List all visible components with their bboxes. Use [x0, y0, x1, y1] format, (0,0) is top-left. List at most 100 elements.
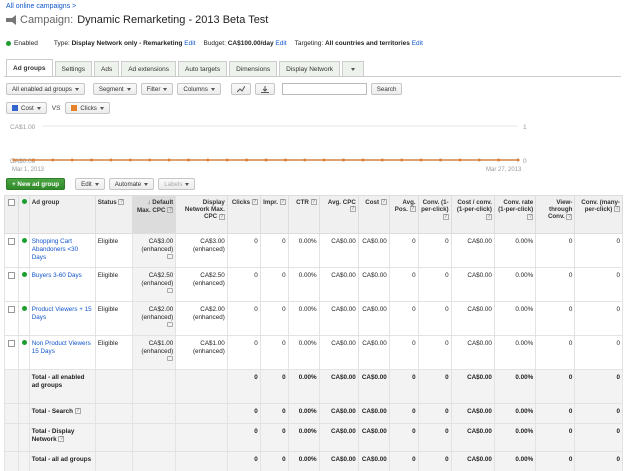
- data-point[interactable]: [245, 158, 249, 162]
- data-point[interactable]: [303, 158, 307, 162]
- new-ad-group-button[interactable]: + New ad group: [6, 178, 66, 190]
- col-header-avg-cpc[interactable]: Avg. CPC ?: [318, 195, 359, 234]
- col-header-avg-pos[interactable]: Avg. Pos. ?: [388, 195, 419, 234]
- automate-dropdown[interactable]: Automate: [108, 178, 155, 190]
- tab-ad-groups[interactable]: Ad groups: [6, 59, 53, 76]
- help-icon[interactable]: ?: [218, 213, 225, 220]
- enabled-status[interactable]: Enabled: [14, 40, 38, 47]
- help-icon[interactable]: ?: [74, 408, 81, 415]
- col-header-status[interactable]: Status ?: [94, 195, 133, 234]
- data-point[interactable]: [439, 158, 442, 162]
- help-icon[interactable]: ?: [310, 199, 317, 206]
- default-max-cpc[interactable]: CA$2.50: [149, 272, 174, 279]
- tab-display-network[interactable]: Display Network: [279, 61, 341, 76]
- download-button[interactable]: [254, 83, 275, 95]
- ad-group-name-link[interactable]: Non Product Viewers 15 Days: [32, 340, 91, 355]
- data-point[interactable]: [477, 158, 481, 162]
- col-header-clicks[interactable]: Clicks ?: [226, 195, 261, 234]
- tab-dimensions[interactable]: Dimensions: [229, 61, 278, 76]
- display-max-cpc[interactable]: CA$3.00: [200, 238, 225, 245]
- row-checkbox[interactable]: [8, 238, 16, 245]
- help-icon[interactable]: ?: [614, 206, 620, 213]
- data-point[interactable]: [264, 158, 268, 162]
- default-max-cpc[interactable]: CA$3.00: [149, 238, 174, 245]
- tab-ads[interactable]: Ads: [94, 61, 120, 76]
- type-edit-link[interactable]: Edit: [184, 40, 195, 47]
- col-header-adgroup[interactable]: Ad group: [28, 195, 96, 234]
- col-header-conv-rate[interactable]: Conv. rate (1-per-click) ?: [493, 195, 537, 234]
- default-max-cpc[interactable]: CA$1.00: [149, 340, 174, 347]
- targeting-edit-link[interactable]: Edit: [412, 40, 423, 47]
- data-point[interactable]: [342, 158, 345, 162]
- data-point[interactable]: [283, 158, 287, 162]
- data-point[interactable]: [187, 158, 190, 162]
- row-checkbox[interactable]: [8, 306, 16, 313]
- metric2-dropdown[interactable]: Clicks: [65, 102, 110, 114]
- col-header-impr[interactable]: Impr. ?: [259, 195, 289, 234]
- labels-dropdown[interactable]: Labels: [158, 178, 196, 190]
- data-point[interactable]: [51, 158, 55, 162]
- ad-group-filter-dropdown[interactable]: All enabled ad groups: [6, 83, 85, 95]
- help-icon[interactable]: ?: [566, 213, 573, 220]
- segment-dropdown[interactable]: Segment: [92, 83, 137, 95]
- data-point[interactable]: [322, 158, 326, 162]
- metric1-dropdown[interactable]: Cost: [6, 102, 47, 114]
- col-header-conv[interactable]: Conv. (1-per-click) ?: [417, 195, 452, 234]
- data-point[interactable]: [458, 158, 462, 162]
- help-icon[interactable]: ?: [442, 213, 449, 220]
- graph-toggle-button[interactable]: [230, 83, 251, 95]
- default-max-cpc[interactable]: CA$2.00: [149, 306, 174, 313]
- col-header-display-network-max-cpc[interactable]: Display Network Max. CPC ?: [175, 195, 228, 234]
- row-checkbox[interactable]: [8, 272, 16, 279]
- data-point[interactable]: [109, 158, 113, 162]
- data-point[interactable]: [128, 158, 132, 162]
- ad-group-name-link[interactable]: Shopping Cart Abandoners <30 Days: [32, 238, 78, 261]
- help-icon[interactable]: ?: [485, 213, 492, 220]
- tab-settings[interactable]: Settings: [54, 61, 92, 76]
- data-point[interactable]: [225, 158, 229, 162]
- help-icon[interactable]: ?: [349, 206, 356, 213]
- help-icon[interactable]: ?: [380, 199, 387, 206]
- help-icon[interactable]: ?: [409, 206, 416, 213]
- tab-more-button[interactable]: [342, 61, 365, 76]
- data-point[interactable]: [31, 158, 35, 162]
- data-point[interactable]: [380, 158, 384, 162]
- budget-edit-link[interactable]: Edit: [275, 40, 286, 47]
- data-point[interactable]: [419, 158, 423, 162]
- breadcrumb[interactable]: All online campaigns >: [6, 3, 76, 10]
- help-icon[interactable]: ?: [279, 199, 286, 206]
- enabled-dot-icon[interactable]: [21, 340, 27, 345]
- help-icon[interactable]: ?: [118, 199, 125, 206]
- display-max-cpc[interactable]: CA$2.00: [200, 306, 225, 313]
- col-header-view-through-conv[interactable]: View-through Conv. ?: [535, 195, 576, 234]
- enabled-dot-icon[interactable]: [21, 272, 27, 277]
- help-icon[interactable]: ?: [167, 207, 174, 214]
- enabled-dot-icon[interactable]: [21, 306, 27, 311]
- help-icon[interactable]: ?: [251, 199, 258, 206]
- ad-group-name-link[interactable]: Product Viewers + 15 Days: [32, 306, 92, 321]
- col-header-ctr[interactable]: CTR ?: [287, 195, 320, 234]
- help-icon[interactable]: ?: [527, 213, 534, 220]
- col-header-default-max-cpc[interactable]: ↓ Default Max. CPC ?: [131, 195, 177, 234]
- row-checkbox[interactable]: [8, 340, 16, 347]
- col-header-conv-many[interactable]: Conv. (many-per-click) ?: [574, 195, 623, 234]
- filter-dropdown[interactable]: Filter: [140, 83, 174, 95]
- ad-group-name-link[interactable]: Buyers 3-60 Days: [32, 272, 82, 279]
- data-point[interactable]: [400, 158, 404, 162]
- search-button[interactable]: Search: [370, 83, 403, 95]
- data-point[interactable]: [516, 158, 520, 162]
- data-point[interactable]: [12, 158, 16, 162]
- tab-auto-targets[interactable]: Auto targets: [178, 61, 228, 76]
- display-max-cpc[interactable]: CA$1.00: [200, 340, 225, 347]
- search-input[interactable]: [281, 83, 367, 95]
- select-all-checkbox[interactable]: [8, 199, 16, 206]
- data-point[interactable]: [497, 158, 501, 162]
- data-point[interactable]: [361, 158, 365, 162]
- edit-dropdown[interactable]: Edit: [75, 178, 105, 190]
- data-point[interactable]: [206, 158, 210, 162]
- tab-ad-extensions[interactable]: Ad extensions: [121, 61, 177, 76]
- data-point[interactable]: [90, 158, 93, 162]
- data-point[interactable]: [167, 158, 171, 162]
- display-max-cpc[interactable]: CA$2.50: [200, 272, 225, 279]
- columns-dropdown[interactable]: Columns: [177, 83, 221, 95]
